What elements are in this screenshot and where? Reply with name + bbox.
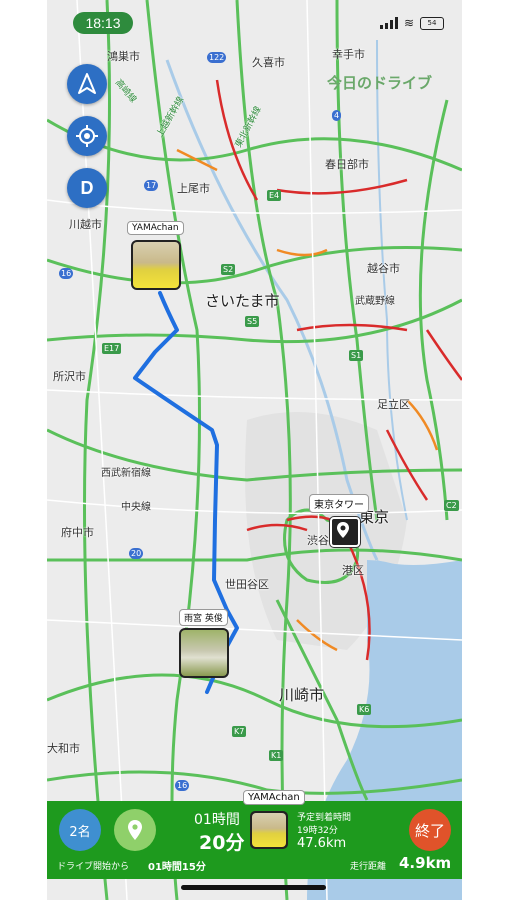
car-photo xyxy=(181,630,227,676)
map-label-tokorozawa: 所沢市 xyxy=(53,370,86,383)
home-indicator[interactable] xyxy=(181,885,326,890)
user-avatar-yamachan[interactable] xyxy=(131,240,181,290)
status-time: 18:13 xyxy=(73,12,133,34)
since-start-label: ドライブ開始から xyxy=(57,862,130,872)
route-shield-s2: S2 xyxy=(221,264,236,275)
locate-button[interactable] xyxy=(67,116,107,156)
own-tag: YAMAchan xyxy=(243,790,305,805)
elapsed-hours: 01時間 xyxy=(194,812,240,828)
map-label-minato: 港区 xyxy=(342,564,364,577)
drive-title: 今日のドライブ xyxy=(327,74,433,92)
map-label-kuki: 久喜市 xyxy=(252,56,285,69)
user-avatar-amemiya[interactable] xyxy=(179,628,229,678)
app-screen: 鴻巣市 久喜市 幸手市 上尾市 春日部市 川越市 さいたま市 越谷市 武蔵野線 … xyxy=(47,0,462,900)
route-shield-20: 20 xyxy=(129,548,144,559)
route-shield-17: 17 xyxy=(144,180,159,191)
map-label-satte: 幸手市 xyxy=(332,48,365,61)
route-shield-k1: K1 xyxy=(269,750,284,761)
user-tag-amemiya: 雨宮 英俊 xyxy=(179,609,228,626)
car-photo xyxy=(133,242,179,288)
route-shield-e17: E17 xyxy=(102,343,122,354)
people-count-button[interactable]: 2名 xyxy=(59,809,101,851)
destination-tag: 東京タワー xyxy=(309,494,369,513)
map-label-yamato: 大和市 xyxy=(47,742,80,755)
signal-icon xyxy=(379,17,398,29)
traveled-label: 走行距離 xyxy=(350,862,387,872)
map-label-musashino-line: 武蔵野線 xyxy=(355,296,395,307)
route-shield-16: 16 xyxy=(59,268,74,279)
map-label-kawasaki: 川崎市 xyxy=(279,686,325,704)
wifi-icon: ≋ xyxy=(403,16,414,30)
route-shield-k7: K7 xyxy=(232,726,247,737)
car-photo xyxy=(252,813,286,847)
elapsed-minutes: 20分 xyxy=(199,832,245,854)
route-shield-122: 122 xyxy=(207,52,227,63)
route-shield-16b: 16 xyxy=(175,780,190,791)
destination-pin[interactable] xyxy=(330,517,360,547)
end-drive-button[interactable]: 終了 xyxy=(409,809,451,851)
traveled-value: 4.9km xyxy=(399,854,452,872)
map-label-seibu-line: 西武新宿線 xyxy=(101,468,151,479)
map-label-setagaya: 世田谷区 xyxy=(225,578,269,591)
status-bar: 18:13 ≋ 54 xyxy=(47,0,462,44)
crosshair-icon xyxy=(76,125,98,147)
map-label-konosu: 鴻巣市 xyxy=(107,50,140,63)
since-start-value: 01時間15分 xyxy=(148,862,206,873)
map-view[interactable]: 鴻巣市 久喜市 幸手市 上尾市 春日部市 川越市 さいたま市 越谷市 武蔵野線 … xyxy=(47,0,462,900)
route-shield-c2: C2 xyxy=(444,500,459,511)
route-shield-k6: K6 xyxy=(357,704,372,715)
remaining-distance: 47.6km xyxy=(297,836,347,851)
map-label-chuo-line: 中央線 xyxy=(121,502,151,513)
status-icons: ≋ 54 xyxy=(379,16,444,30)
map-pin-icon xyxy=(337,522,349,538)
map-label-saitama: さいたま市 xyxy=(205,292,280,310)
drive-status-panel: 2名 01時間 20分 YAMAchan 予定到着時間 19時32分 47.6k… xyxy=(47,790,462,879)
map-label-fuchu: 府中市 xyxy=(61,526,94,539)
map-label-ageo: 上尾市 xyxy=(177,182,210,195)
own-avatar[interactable] xyxy=(250,811,288,849)
route-shield-4: 4 xyxy=(332,110,342,121)
map-label-kasukabe: 春日部市 xyxy=(325,158,369,171)
route-shield-e4: E4 xyxy=(267,190,282,201)
d-button[interactable]: D xyxy=(67,168,107,208)
location-pin-icon xyxy=(128,820,142,840)
battery-icon: 54 xyxy=(420,16,444,30)
user-tag-yamachan: YAMAchan xyxy=(127,221,184,235)
eta-time: 19時32分 xyxy=(297,826,338,836)
location-button[interactable] xyxy=(114,809,156,851)
eta-label: 予定到着時間 xyxy=(297,813,352,823)
map-label-adachi: 足立区 xyxy=(377,398,410,411)
map-label-koshigaya: 越谷市 xyxy=(367,262,400,275)
map-label-kawagoe: 川越市 xyxy=(69,218,102,231)
north-up-button[interactable] xyxy=(67,64,107,104)
route-shield-s5: S5 xyxy=(245,316,260,327)
map-canvas xyxy=(47,0,462,900)
north-arrow-icon xyxy=(78,73,96,94)
route-shield-s1: S1 xyxy=(349,350,364,361)
